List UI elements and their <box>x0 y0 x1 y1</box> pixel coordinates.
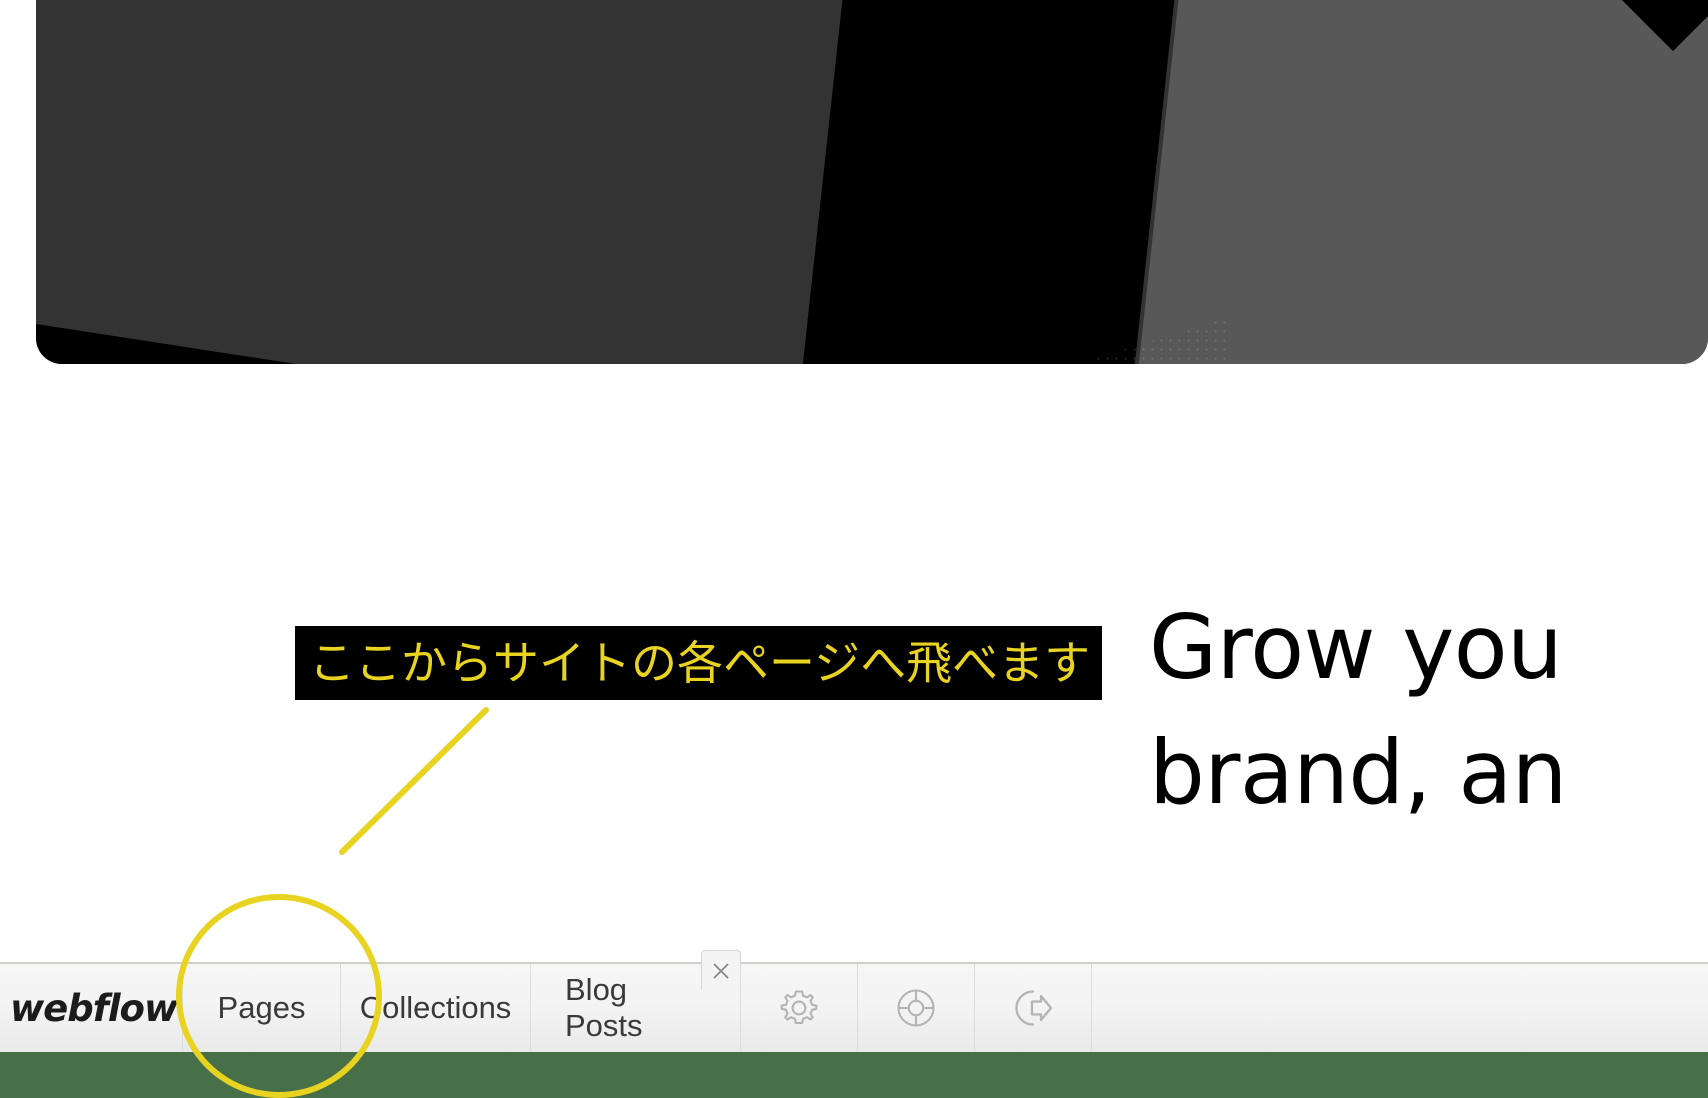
tab-collections[interactable]: Collections <box>340 964 530 1052</box>
help-button[interactable] <box>857 964 974 1052</box>
page-headline: Grow you brand, an <box>1149 586 1708 836</box>
headline-line-2: brand, an <box>1149 720 1567 824</box>
webflow-logo[interactable]: webflow <box>0 964 182 1052</box>
annotation-callout-label: ここからサイトの各ページへ飛べます <box>295 626 1103 700</box>
tab-pages-label: Pages <box>217 990 306 1025</box>
webflow-bottom-toolbar: webflow Pages Collections Blog Posts <box>0 950 1708 1052</box>
hero-bottom-wedge <box>36 324 296 364</box>
webflow-logo-text: webflow <box>10 986 178 1030</box>
hero-banner-image <box>36 0 1708 364</box>
settings-button[interactable] <box>740 964 857 1052</box>
headline-line-1: Grow you <box>1149 596 1563 699</box>
logout-icon <box>1015 990 1053 1026</box>
hero-diagonal-black-band <box>798 0 1184 364</box>
tab-collections-label: Collections <box>359 990 512 1025</box>
annotation-callout-text: ここからサイトの各ページへ飛べます <box>309 636 1091 690</box>
toolbar-empty-area <box>1091 964 1708 1052</box>
desktop-background-strip <box>0 1052 1708 1098</box>
annotation-leader-line <box>339 707 489 855</box>
close-icon[interactable] <box>701 950 741 990</box>
tab-blog-posts-label: Blog Posts <box>565 972 643 1043</box>
tab-pages[interactable]: Pages <box>182 964 340 1052</box>
logout-button[interactable] <box>974 964 1091 1052</box>
lifebuoy-icon <box>897 989 935 1027</box>
hero-diagonal-gray-band <box>1130 0 1708 364</box>
close-x-glyph <box>713 962 729 979</box>
gear-icon <box>780 990 818 1025</box>
tab-blog-posts[interactable]: Blog Posts <box>530 950 741 1052</box>
